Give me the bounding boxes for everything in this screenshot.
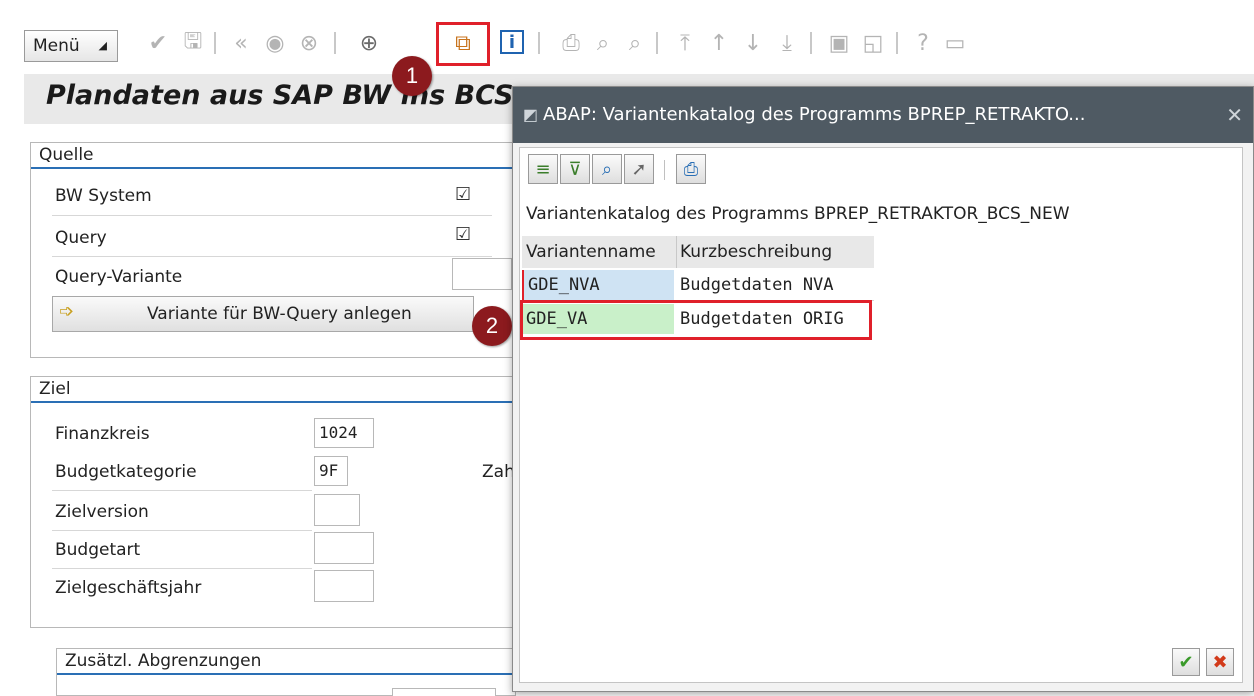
- toolbar-separator: [538, 32, 540, 54]
- toolbar-separator: [896, 32, 898, 54]
- save-icon[interactable]: 🖫: [180, 29, 206, 56]
- budgetart-label: Budgetart: [55, 540, 141, 560]
- finanzkreis-label: Finanzkreis: [55, 424, 150, 444]
- sort-ascending-icon[interactable]: ≡: [528, 154, 558, 184]
- print-icon[interactable]: ⎙: [676, 154, 706, 184]
- new-session-icon[interactable]: ▣: [826, 30, 852, 56]
- cancel-button[interactable]: ✖: [1206, 648, 1234, 676]
- step-badge-1-label: 1: [405, 63, 419, 88]
- confirm-button[interactable]: ✔: [1172, 648, 1200, 676]
- query-label: Query: [55, 228, 107, 248]
- variant-row-1-description[interactable]: Budgetdaten NVA: [676, 270, 874, 300]
- info-icon[interactable]: i: [500, 30, 524, 54]
- get-variant-icon[interactable]: ⧉: [450, 30, 476, 56]
- find-next-icon[interactable]: ⌕: [622, 30, 648, 56]
- find-icon[interactable]: ⌕: [592, 154, 622, 184]
- create-variant-button[interactable]: ➩ Variante für BW-Query anlegen: [52, 296, 474, 332]
- page-title: Plandaten aus SAP BW ins BCS: [46, 80, 514, 111]
- zielversion-input[interactable]: [314, 494, 360, 526]
- variant-grid-header: Variantenname Kurzbeschreibung: [522, 236, 874, 268]
- next-page-icon[interactable]: ↓: [740, 30, 766, 56]
- menu-button[interactable]: Menü ◢: [24, 30, 118, 62]
- ziel-header: Ziel: [31, 377, 529, 403]
- menu-label: Menü: [33, 36, 80, 56]
- zielgeschaeftsjahr-input[interactable]: [314, 570, 374, 602]
- step-badge-2-label: 2: [485, 313, 499, 338]
- toolbar-separator: [810, 32, 812, 54]
- bw-system-label: BW System: [55, 186, 152, 206]
- step-badge-2: 2: [472, 306, 512, 346]
- shortcut-icon[interactable]: ◱: [860, 30, 886, 56]
- previous-page-icon[interactable]: ↑: [706, 30, 732, 56]
- execute-icon[interactable]: ⊕: [356, 30, 382, 56]
- cursor-icon[interactable]: ➚: [624, 154, 654, 184]
- row-divider: [52, 490, 312, 491]
- arrow-right-icon: ➩: [59, 301, 75, 322]
- check-icon[interactable]: ✔: [145, 30, 171, 56]
- dialog-title-bar: ◩ ABAP: Variantenkatalog des Programms B…: [513, 87, 1253, 143]
- dialog-window-icon: ◩: [523, 105, 539, 124]
- abgrenzungen-input[interactable]: [392, 688, 496, 696]
- toolbar-separator: [656, 32, 658, 54]
- abgrenzungen-header: Zusätzl. Abgrenzungen: [57, 649, 515, 675]
- back-icon[interactable]: «: [228, 30, 254, 56]
- column-header-name[interactable]: Variantenname: [526, 236, 656, 268]
- zielversion-label: Zielversion: [55, 502, 149, 522]
- print-icon[interactable]: ⎙: [558, 30, 584, 56]
- help-icon[interactable]: ?: [910, 30, 936, 56]
- application-toolbar: Menü ◢ ✔ 🖫 « ◉ ⊗ ⊕ ⧉ i ⎙ ⌕ ⌕ ⤒ ↑ ↓ ⤓ ▣ ◱…: [0, 0, 1254, 80]
- variant-row-2-highlight: [520, 300, 872, 340]
- create-variant-button-label: Variante für BW-Query anlegen: [147, 304, 412, 324]
- row-divider: [52, 568, 312, 569]
- zielgeschaeftsjahr-label: Zielgeschäftsjahr: [55, 578, 202, 598]
- exit-icon[interactable]: ◉: [262, 30, 288, 56]
- row-divider: [52, 530, 312, 531]
- first-page-icon[interactable]: ⤒: [672, 30, 698, 56]
- budgetart-input[interactable]: [314, 532, 374, 564]
- find-icon[interactable]: ⌕: [590, 30, 616, 56]
- quelle-header: Quelle: [31, 143, 529, 169]
- finanzkreis-input[interactable]: 1024: [314, 418, 374, 448]
- variant-catalog-dialog: ◩ ABAP: Variantenkatalog des Programms B…: [512, 86, 1254, 692]
- close-icon[interactable]: ✕: [1226, 87, 1243, 143]
- row-divider: [52, 256, 492, 257]
- column-divider: [676, 236, 677, 268]
- filter-icon[interactable]: ⊽: [560, 154, 590, 184]
- toolbar-separator: [664, 160, 665, 180]
- step-badge-1: 1: [392, 56, 432, 96]
- query-checkbox[interactable]: ☑: [455, 226, 473, 244]
- column-header-description[interactable]: Kurzbeschreibung: [680, 236, 832, 268]
- bw-system-checkbox[interactable]: ☑: [455, 186, 473, 204]
- row-divider: [52, 215, 492, 216]
- variant-row-1-name[interactable]: GDE_NVA: [522, 270, 674, 300]
- query-variante-label: Query-Variante: [55, 267, 183, 287]
- zah-label: Zah: [482, 462, 515, 482]
- dialog-subtitle: Variantenkatalog des Programms BPREP_RET…: [526, 204, 1070, 224]
- menu-caret-icon: ◢: [98, 39, 107, 52]
- last-page-icon[interactable]: ⤓: [774, 30, 800, 56]
- query-variante-input[interactable]: [452, 258, 512, 290]
- dialog-title: ABAP: Variantenkatalog des Programms BPR…: [543, 104, 1086, 125]
- budgetkategorie-label: Budgetkategorie: [55, 462, 197, 482]
- monitor-icon[interactable]: ▭: [942, 30, 968, 56]
- toolbar-separator: [214, 32, 216, 54]
- toolbar-separator: [334, 32, 336, 54]
- budgetkategorie-input[interactable]: 9F: [314, 456, 348, 486]
- dialog-content: ≡ ⊽ ⌕ ➚ ⎙ Variantenkatalog des Programms…: [519, 147, 1243, 683]
- cancel-icon[interactable]: ⊗: [296, 30, 322, 56]
